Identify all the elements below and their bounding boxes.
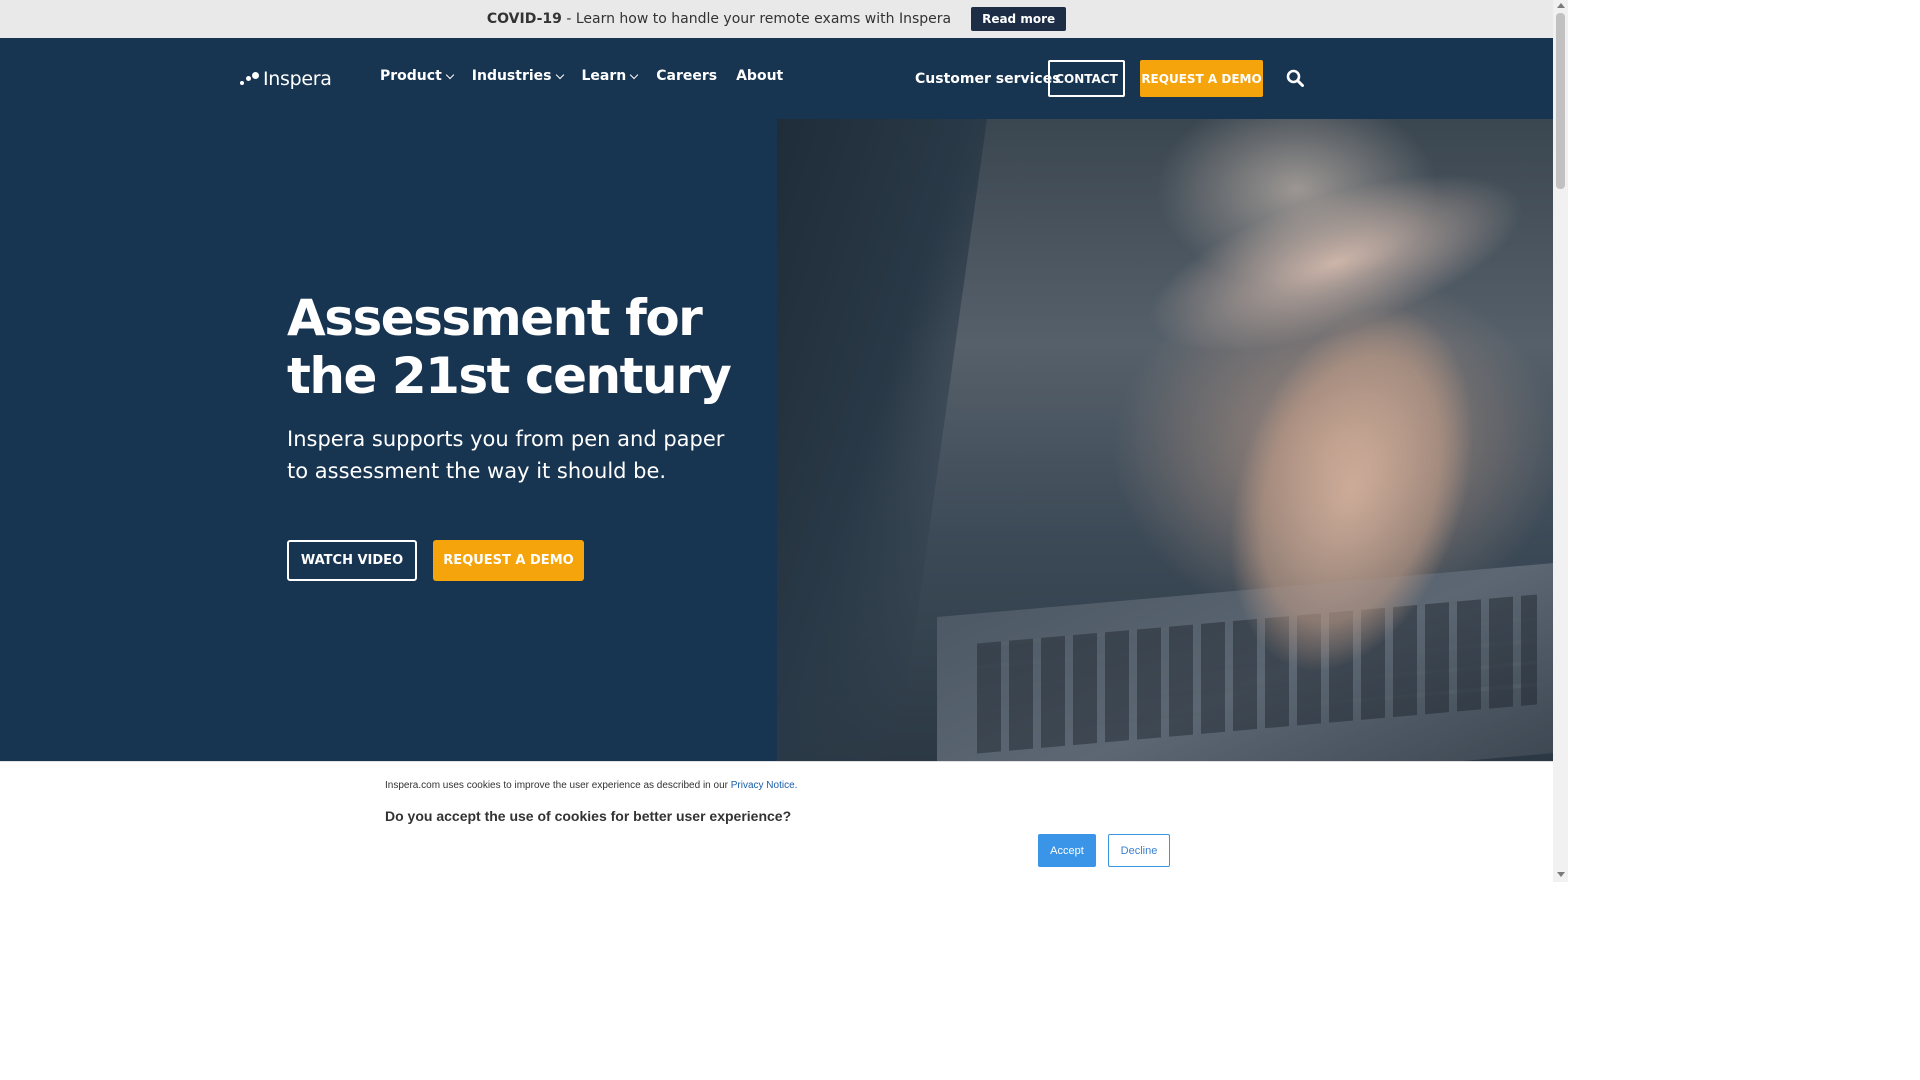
request-demo-button-hero[interactable]: REQUEST A DEMO: [433, 540, 584, 581]
main-nav: Product Industries Learn Careers About: [380, 68, 783, 84]
hero-headline: Assessment for the 21st century: [287, 289, 732, 405]
chevron-down-icon: [445, 70, 455, 79]
nav-item-label: Learn: [581, 68, 627, 84]
privacy-notice-link[interactable]: Privacy Notice.: [731, 780, 798, 791]
announcement-bold: COVID-19: [486, 11, 562, 27]
search-icon[interactable]: [1286, 69, 1304, 87]
logo-dots-icon: [239, 71, 259, 87]
read-more-button[interactable]: Read more: [971, 7, 1067, 31]
cookie-notice: Inspera.com uses cookies to improve the …: [385, 780, 797, 791]
contact-button[interactable]: CONTACT: [1048, 60, 1125, 97]
cookie-notice-text: Inspera.com uses cookies to improve the …: [385, 780, 731, 791]
hero-image-typing-on-laptop: [777, 119, 1553, 761]
scroll-up-arrow-icon[interactable]: [1557, 3, 1565, 8]
nav-item-label: Careers: [656, 68, 718, 84]
nav-item-label: Product: [380, 68, 442, 84]
nav-item-industries[interactable]: Industries: [471, 68, 564, 84]
request-demo-button-header[interactable]: REQUEST A DEMO: [1140, 60, 1263, 97]
nav-item-about[interactable]: About: [736, 68, 783, 84]
cookie-question: Do you accept the use of cookies for bet…: [385, 808, 792, 824]
announcement-message: - Learn how to handle your remote exams …: [561, 11, 952, 27]
logo[interactable]: Inspera: [239, 68, 332, 90]
chevron-down-icon: [629, 70, 639, 79]
scrollbar-thumb[interactable]: [1556, 13, 1565, 189]
accept-cookies-button[interactable]: Accept: [1038, 834, 1096, 867]
page-scrollbar[interactable]: [1553, 0, 1568, 882]
site-header: Inspera Product Industries Learn Careers…: [0, 38, 1553, 119]
customer-services-link[interactable]: Customer services: [915, 71, 1061, 87]
cookie-banner: Inspera.com uses cookies to improve the …: [0, 761, 1553, 882]
nav-item-product[interactable]: Product: [380, 68, 455, 84]
nav-item-careers[interactable]: Careers: [656, 68, 717, 84]
chevron-down-icon: [555, 70, 564, 79]
nav-item-label: About: [736, 68, 784, 84]
logo-text: Inspera: [263, 68, 332, 90]
announcement-bar: COVID-19 - Learn how to handle your remo…: [0, 0, 1553, 38]
hero-subline: Inspera supports you from pen and paper …: [287, 427, 725, 483]
hero-section: Assessment for the 21st century Inspera …: [0, 119, 1553, 761]
nav-item-learn[interactable]: Learn: [581, 68, 639, 84]
scroll-down-arrow-icon[interactable]: [1557, 872, 1565, 877]
nav-item-label: Industries: [471, 68, 552, 84]
announcement-text: COVID-19 - Learn how to handle your remo…: [487, 11, 951, 27]
watch-video-button[interactable]: WATCH VIDEO: [287, 540, 417, 581]
decline-cookies-button[interactable]: Decline: [1108, 834, 1170, 867]
